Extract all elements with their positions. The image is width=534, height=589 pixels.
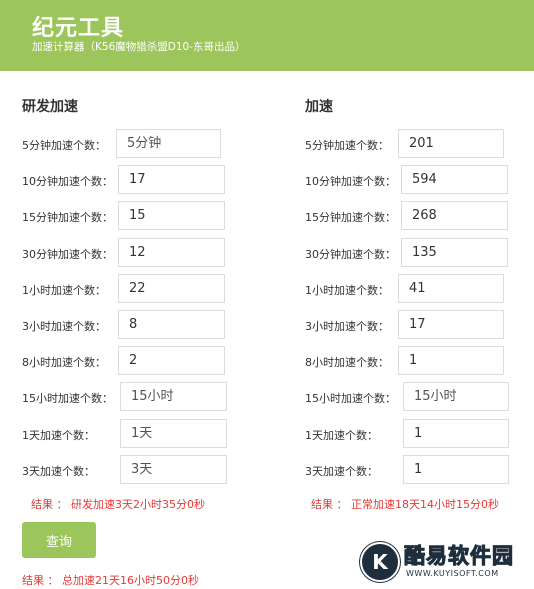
right-row-label: 3天加速个数：: [305, 465, 378, 478]
left-row-input[interactable]: [118, 165, 225, 194]
left-row-input[interactable]: [120, 455, 227, 484]
right-row-input[interactable]: [403, 455, 509, 484]
left-row-input[interactable]: [116, 129, 221, 158]
left-row-label: 15小时加速个数：: [22, 392, 113, 405]
watermark-url: WWW.KUYISOFT.COM: [406, 569, 499, 578]
right-row-label: 1天加速个数：: [305, 429, 378, 442]
right-row-label: 15分钟加速个数：: [305, 211, 396, 224]
right-row-label: 5分钟加速个数：: [305, 139, 389, 152]
left-row-label: 3天加速个数：: [22, 465, 95, 478]
left-row-label: 8小时加速个数：: [22, 356, 106, 369]
left-row-label: 30分钟加速个数：: [22, 248, 113, 261]
right-result: 结果 ： 正常加速18天14小时15分0秒: [311, 498, 499, 511]
left-row-input[interactable]: [120, 382, 227, 411]
left-row-label: 1天加速个数：: [22, 429, 95, 442]
total-result: 结果 ： 总加速21天16小时50分0秒: [22, 574, 199, 587]
left-row-label: 5分钟加速个数：: [22, 139, 106, 152]
left-row-label: 15分钟加速个数：: [22, 211, 113, 224]
right-row-input[interactable]: [403, 382, 509, 411]
right-row-label: 10分钟加速个数：: [305, 175, 396, 188]
left-row-label: 3小时加速个数：: [22, 320, 106, 333]
right-row-input[interactable]: [401, 238, 508, 267]
left-row-input[interactable]: [120, 419, 227, 448]
right-row-label: 30分钟加速个数：: [305, 248, 396, 261]
right-row-input[interactable]: [401, 165, 508, 194]
left-row-input[interactable]: [118, 238, 225, 267]
right-row-input[interactable]: [398, 274, 504, 303]
left-row-input[interactable]: [118, 346, 225, 375]
app-subtitle: 加速计算器（K56魔物猎杀盟D10-东哥出品）: [32, 41, 246, 53]
left-row-input[interactable]: [118, 201, 225, 230]
app-title: 纪元工具: [32, 16, 125, 41]
left-row-input[interactable]: [118, 310, 225, 339]
right-row-input[interactable]: [401, 201, 508, 230]
right-row-label: 3小时加速个数：: [305, 320, 389, 333]
right-row-input[interactable]: [403, 419, 509, 448]
query-button[interactable]: 查询: [22, 522, 96, 558]
watermark-name: 酷易软件园: [404, 544, 514, 569]
left-row-label: 1小时加速个数：: [22, 284, 106, 297]
right-row-label: 1小时加速个数：: [305, 284, 389, 297]
left-result: 结果 ： 研发加速3天2小时35分0秒: [31, 498, 205, 511]
k-logo-icon: K: [360, 542, 400, 582]
left-section-title: 研发加速: [22, 99, 78, 115]
watermark: K 酷易软件园 WWW.KUYISOFT.COM: [360, 540, 530, 584]
right-section-title: 加速: [305, 99, 333, 115]
left-row-input[interactable]: [118, 274, 225, 303]
right-row-input[interactable]: [398, 129, 504, 158]
header: 纪元工具 加速计算器（K56魔物猎杀盟D10-东哥出品）: [0, 0, 534, 71]
right-row-label: 8小时加速个数：: [305, 356, 389, 369]
right-row-input[interactable]: [398, 310, 504, 339]
right-row-label: 15小时加速个数：: [305, 392, 396, 405]
left-row-label: 10分钟加速个数：: [22, 175, 113, 188]
right-row-input[interactable]: [398, 346, 504, 375]
